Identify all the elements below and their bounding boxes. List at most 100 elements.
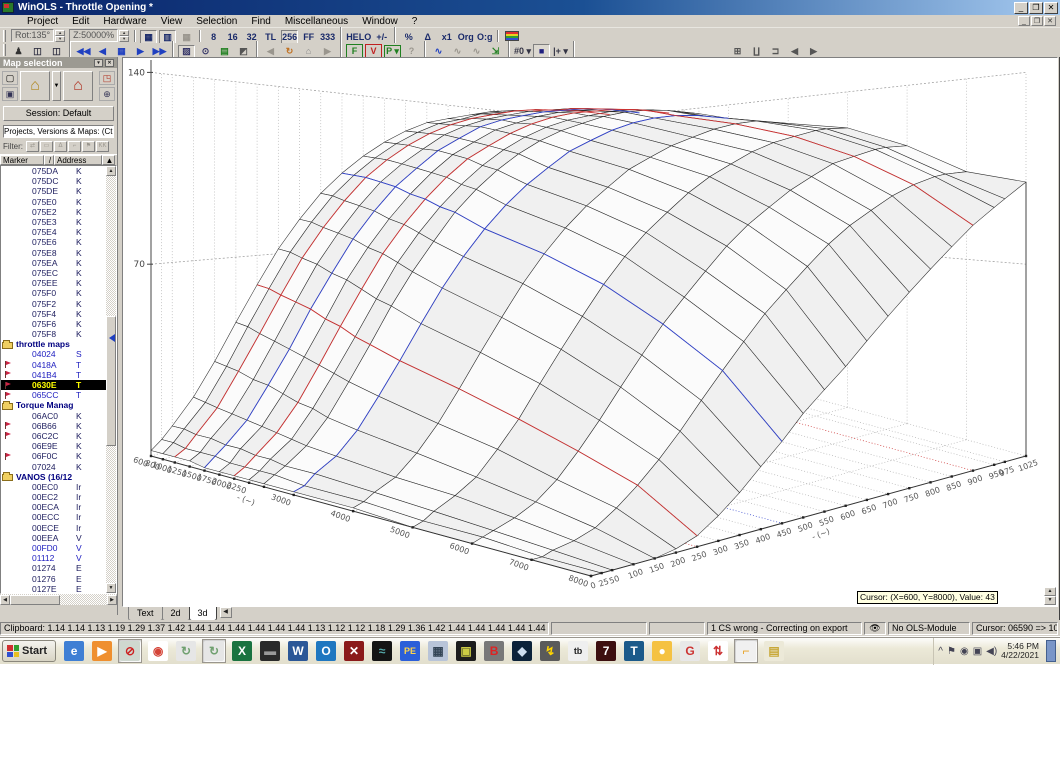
map-list-row[interactable]: 0418A T (1, 360, 116, 370)
new-project-button[interactable]: ▢ (2, 71, 18, 85)
projects-versions-maps-combo[interactable]: Projects, Versions & Maps: (Ctrl ▼ (3, 125, 114, 138)
taskbar-winols-app-icon[interactable]: ⊘ (118, 639, 143, 663)
filter-button-5[interactable]: KK (96, 141, 109, 152)
map-list-row[interactable]: 075EE K (1, 278, 116, 288)
menu-find[interactable]: Find (244, 16, 277, 27)
map-list-row[interactable]: 01112 V (1, 553, 116, 563)
start-button[interactable]: Start (2, 640, 57, 662)
taskbar-outlook-icon[interactable]: O (314, 639, 338, 663)
menu-?[interactable]: ? (405, 16, 425, 27)
tray-update-icon[interactable]: ◉ (960, 646, 969, 657)
filter-button-4[interactable]: ⚑ (82, 141, 95, 152)
tab-2d[interactable]: 2d (161, 607, 190, 621)
map-list-row[interactable]: 06AC0 K (1, 411, 116, 421)
taskbar-b-tool-icon[interactable]: B (482, 639, 506, 663)
filter-button-0[interactable]: ⇄ (26, 141, 39, 152)
tray-volume-icon[interactable]: ◀) (986, 646, 997, 657)
toolbar-grip-2[interactable] (3, 44, 6, 56)
taskbar-remote-session-2-icon[interactable]: ↻ (202, 639, 227, 663)
column-sort-icon[interactable]: ▲ (102, 155, 115, 165)
map-list-horizontal-scrollbar[interactable]: ◀ ▶ (0, 594, 117, 605)
menu-selection[interactable]: Selection (189, 16, 244, 27)
map-list-row[interactable]: 06E9E K (1, 441, 116, 451)
taskbar-excel-icon[interactable]: X (230, 639, 254, 663)
map-list-row[interactable]: 075DE K (1, 186, 116, 196)
map-list-row[interactable]: 041B4 T (1, 370, 116, 380)
column-marker[interactable]: Marker (0, 155, 44, 165)
map-list-row[interactable]: 01274 E (1, 563, 116, 573)
tray-collapse-icon[interactable]: ^ (938, 646, 943, 657)
taskbar-g-config-tool-icon[interactable]: G (678, 639, 702, 663)
export-map-button[interactable]: ◳ (99, 71, 115, 85)
scroll-left-icon[interactable]: ◀ (0, 594, 10, 605)
taskbar-eprom-chip-tool-icon[interactable]: ▬ (258, 639, 282, 663)
map-list-row[interactable]: 075E3 K (1, 217, 116, 227)
rotation-spinner[interactable]: ▲ ▼ (55, 29, 66, 42)
filter-button-1[interactable]: ▭ (40, 141, 53, 152)
panel-pin-button[interactable]: ▾ (94, 58, 103, 67)
menu-edit[interactable]: Edit (65, 16, 96, 27)
mdi-close-button[interactable]: ✕ (1044, 16, 1056, 26)
taskbar-calculator-icon[interactable]: ▦ (426, 639, 450, 663)
tab-text[interactable]: Text (128, 607, 163, 621)
taskbar-tb-tool-icon[interactable]: tb (566, 639, 590, 663)
tray-clock[interactable]: 5:46 PM 4/22/2021 (1001, 642, 1039, 660)
color-mode-button[interactable]: ■ (533, 44, 551, 58)
mdi-minimize-button[interactable]: _ (1018, 16, 1030, 26)
show-desktop-button[interactable] (1046, 640, 1056, 662)
map-list-row[interactable]: 075EC K (1, 268, 116, 278)
taskbar-thunderbird-icon[interactable]: T (622, 639, 646, 663)
restore-button[interactable]: ❐ (1029, 1, 1043, 14)
map-list-row[interactable]: 065CC T (1, 390, 116, 400)
taskbar-map-viewer-icon[interactable]: ▣ (454, 639, 478, 663)
map-list-row[interactable]: 075E4 K (1, 227, 116, 237)
taskbar-wrench-settings-icon[interactable]: ⌐ (734, 639, 759, 663)
tray-flag-icon[interactable]: ⚑ (947, 646, 956, 657)
map-list-row[interactable]: 06C2C K (1, 431, 116, 441)
map-list-row[interactable]: 075DA K (1, 166, 116, 176)
color-legend-icon[interactable] (505, 30, 520, 41)
map-list-row[interactable]: 075E8 K (1, 248, 116, 258)
open-project-button[interactable]: ⌂ (20, 71, 50, 101)
map-list-row[interactable]: 075F0 K (1, 288, 116, 298)
scroll-up-icon[interactable]: ▲ (106, 166, 116, 176)
map-list-row[interactable]: 075EA K (1, 258, 116, 268)
scroll-down-icon[interactable]: ▼ (106, 583, 116, 593)
taskbar-seven-zip-tool-icon[interactable]: 7 (594, 639, 618, 663)
minimize-button[interactable]: _ (1014, 1, 1028, 14)
map-list-row[interactable]: 00EEA V (1, 533, 116, 543)
map-list-vertical-scrollbar[interactable]: ▲ ▼ (106, 166, 116, 593)
menu-miscellaneous[interactable]: Miscellaneous (278, 16, 355, 27)
taskbar-word-icon[interactable]: W (286, 639, 310, 663)
map-list-row[interactable]: 00ECA Ir (1, 502, 116, 512)
toolbar-grip[interactable] (3, 29, 6, 42)
map-list-row[interactable]: 00EC2 Ir (1, 492, 116, 502)
map-list-row[interactable]: 075E2 K (1, 207, 116, 217)
close-button[interactable]: ✕ (1044, 1, 1058, 14)
menu-window[interactable]: Window (355, 16, 405, 27)
map-3d-view[interactable]: 70 140 600 800 1000 1250 1500 1750 2000 2250 3000 4… (122, 57, 1058, 607)
context-help-button[interactable]: ? (403, 44, 420, 58)
taskbar-pe-explorer-icon[interactable]: PE (398, 639, 422, 663)
horizontal-scroll-thumb[interactable] (10, 594, 60, 605)
map-list-row[interactable]: 00ECC Ir (1, 512, 116, 522)
filter-button-2[interactable]: Δ (54, 141, 67, 152)
menu-project[interactable]: Project (20, 16, 65, 27)
map-list-row[interactable]: 00ECE Ir (1, 523, 116, 533)
import-file-button[interactable]: ⌂ (63, 71, 93, 101)
menu-view[interactable]: View (154, 16, 190, 27)
save-button[interactable]: ▣ (2, 87, 18, 101)
scroll-right-icon[interactable]: ▶ (107, 594, 117, 605)
map-list-row[interactable]: 075E6 K (1, 237, 116, 247)
eye-icon[interactable]: 👁 (864, 621, 886, 635)
open-dropdown-button[interactable]: ▼ (52, 71, 61, 101)
home-view-button[interactable]: ⌂ (300, 44, 317, 58)
taskbar-3d-box-tool-icon[interactable]: ⇅ (706, 639, 730, 663)
map-list-row[interactable]: 04024 S (1, 349, 116, 359)
taskbar-media-player-icon[interactable]: ▶ (90, 639, 114, 663)
session-button[interactable]: Session: Default (3, 106, 114, 121)
column-address[interactable]: Address (54, 155, 102, 165)
version-window-button[interactable]: V (365, 44, 382, 58)
taskbar-internet-explorer-icon[interactable]: e (62, 639, 86, 663)
menu-hardware[interactable]: Hardware (96, 16, 153, 27)
